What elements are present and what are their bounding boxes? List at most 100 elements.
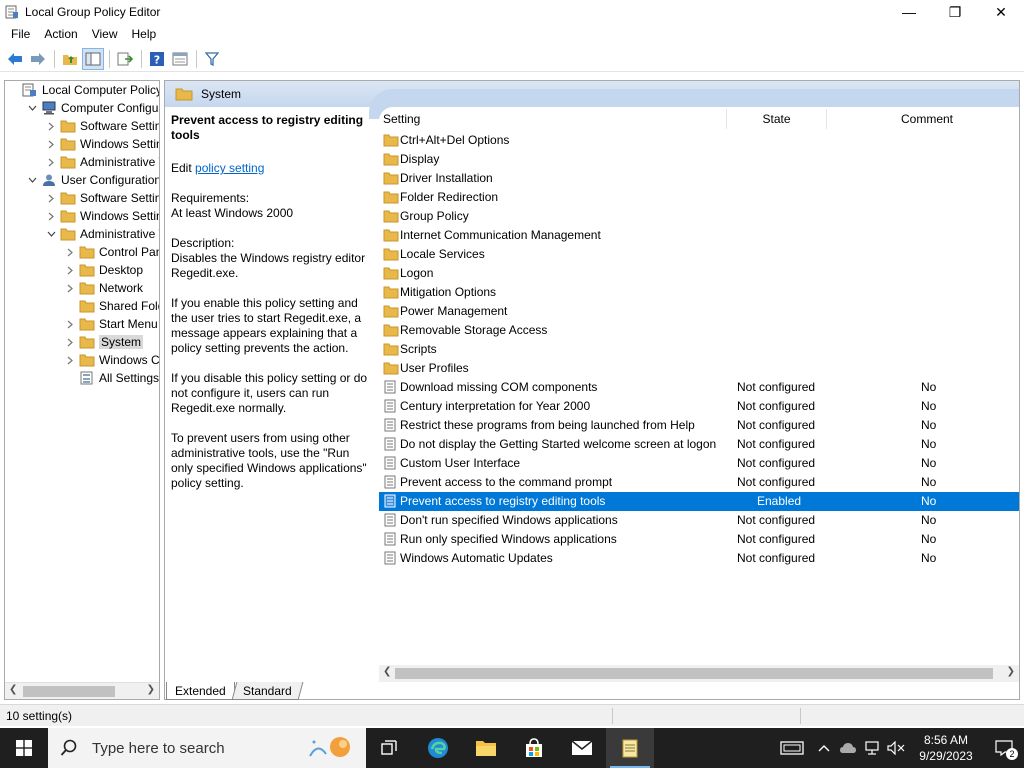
tree-item[interactable]: Administrative Te xyxy=(45,225,159,243)
help-button[interactable]: ? xyxy=(146,48,168,70)
taskbar-search[interactable]: Type here to search xyxy=(48,728,366,768)
category-row[interactable]: Folder Redirection xyxy=(379,188,1019,207)
edit-policy-link[interactable]: policy setting xyxy=(195,161,264,175)
scroll-left-icon[interactable]: ❮ xyxy=(383,666,391,677)
tree-item[interactable]: Computer Configura xyxy=(26,99,159,117)
clock[interactable]: 8:56 AM 9/29/2023 xyxy=(908,732,984,764)
tab-extended[interactable]: Extended xyxy=(166,682,235,700)
tree-item[interactable]: Local Computer Policy xyxy=(7,81,159,99)
tree-item[interactable]: Network xyxy=(64,279,143,297)
keyboard-tray-button[interactable] xyxy=(772,728,812,768)
horizontal-scrollbar[interactable]: ❮ ❯ xyxy=(379,665,1019,682)
policy-row[interactable]: Download missing COM components Not confi… xyxy=(379,378,1019,397)
chevron-right-icon[interactable] xyxy=(45,153,57,171)
tree-item[interactable]: Windows Cor xyxy=(64,351,159,369)
policy-row[interactable]: Don't run specified Windows applications… xyxy=(379,511,1019,530)
console-tree[interactable]: Local Computer Policy Computer Configura S… xyxy=(4,80,160,700)
up-level-button[interactable] xyxy=(59,48,81,70)
category-row[interactable]: Display xyxy=(379,150,1019,169)
tree-item[interactable]: Control Panel xyxy=(64,243,159,261)
category-row[interactable]: Scripts xyxy=(379,340,1019,359)
mail-button[interactable] xyxy=(558,728,606,768)
start-button[interactable] xyxy=(0,728,48,768)
category-row[interactable]: User Profiles xyxy=(379,359,1019,378)
tab-standard[interactable]: Standard xyxy=(231,682,303,700)
policy-row[interactable]: Prevent access to registry editing tools… xyxy=(379,492,1019,511)
scroll-right-icon[interactable]: ❯ xyxy=(1007,666,1015,677)
filter-button[interactable] xyxy=(201,48,223,70)
category-row[interactable]: Driver Installation xyxy=(379,169,1019,188)
policy-row[interactable]: Do not display the Getting Started welco… xyxy=(379,435,1019,454)
show-hidden-icons-button[interactable] xyxy=(812,728,836,768)
restore-button[interactable]: ❐ xyxy=(932,0,978,24)
scroll-left-icon[interactable]: ❮ xyxy=(9,684,17,695)
chevron-right-icon[interactable] xyxy=(45,135,57,153)
tree-item[interactable]: System xyxy=(64,333,144,351)
file-explorer-button[interactable] xyxy=(462,728,510,768)
tree-item[interactable]: Software Settings xyxy=(45,189,159,207)
notification-center-button[interactable]: 2 xyxy=(984,728,1024,768)
back-button[interactable] xyxy=(4,48,26,70)
volume-tray-button[interactable] xyxy=(884,728,908,768)
tree-item[interactable]: Start Menu ar xyxy=(64,315,159,333)
tree-item[interactable]: Software Settings xyxy=(45,117,159,135)
tree-item[interactable]: Windows Setting xyxy=(45,135,159,153)
onedrive-tray-button[interactable] xyxy=(836,728,860,768)
tree-item[interactable]: User Configuration xyxy=(26,171,159,189)
scroll-right-icon[interactable]: ❯ xyxy=(147,684,155,695)
category-row[interactable]: Logon xyxy=(379,264,1019,283)
tree-horizontal-scrollbar[interactable]: ❮ ❯ xyxy=(5,682,159,699)
tree-item[interactable]: Administrative Te xyxy=(45,153,159,171)
column-header-setting[interactable]: Setting xyxy=(383,109,727,129)
close-button[interactable]: ✕ xyxy=(978,0,1024,24)
network-tray-button[interactable] xyxy=(860,728,884,768)
forward-button[interactable] xyxy=(27,48,49,70)
chevron-down-icon[interactable] xyxy=(26,99,38,117)
column-header-comment[interactable]: Comment xyxy=(827,109,1019,129)
category-row[interactable]: Group Policy xyxy=(379,207,1019,226)
edge-app-button[interactable] xyxy=(414,728,462,768)
policy-row[interactable]: Century interpretation for Year 2000 Not … xyxy=(379,397,1019,416)
chevron-right-icon[interactable] xyxy=(64,315,76,333)
chevron-right-icon[interactable] xyxy=(45,189,57,207)
show-hide-tree-button[interactable] xyxy=(82,47,104,70)
chevron-right-icon[interactable] xyxy=(64,261,76,279)
policy-row[interactable]: Windows Automatic Updates Not configured N… xyxy=(379,549,1019,568)
chevron-right-icon[interactable] xyxy=(64,333,76,351)
store-button[interactable] xyxy=(510,728,558,768)
menu-action[interactable]: Action xyxy=(37,27,84,41)
tree-item[interactable]: Desktop xyxy=(64,261,143,279)
chevron-down-icon[interactable] xyxy=(26,171,38,189)
chevron-right-icon[interactable] xyxy=(64,279,76,297)
properties-button[interactable] xyxy=(169,48,191,70)
menu-file[interactable]: File xyxy=(4,27,37,41)
category-row[interactable]: Internet Communication Management xyxy=(379,226,1019,245)
menu-help[interactable]: Help xyxy=(125,27,164,41)
tree-item[interactable]: All Settings xyxy=(64,369,159,387)
chevron-down-icon[interactable] xyxy=(45,225,57,243)
policy-row[interactable]: Custom User Interface Not configured No xyxy=(379,454,1019,473)
settings-list[interactable]: Setting State Comment Ctrl+Alt+Del Optio… xyxy=(379,107,1019,667)
tree-item[interactable]: Shared Folder xyxy=(64,297,159,315)
category-row[interactable]: Ctrl+Alt+Del Options xyxy=(379,131,1019,150)
scroll-thumb[interactable] xyxy=(23,686,115,697)
chevron-right-icon[interactable] xyxy=(64,351,76,369)
chevron-right-icon[interactable] xyxy=(45,117,57,135)
chevron-right-icon[interactable] xyxy=(45,207,57,225)
task-view-button[interactable] xyxy=(366,728,414,768)
category-row[interactable]: Mitigation Options xyxy=(379,283,1019,302)
policy-row[interactable]: Restrict these programs from being launc… xyxy=(379,416,1019,435)
column-header-state[interactable]: State xyxy=(727,109,827,129)
minimize-button[interactable]: — xyxy=(886,0,932,24)
policy-row[interactable]: Prevent access to the command prompt Not … xyxy=(379,473,1019,492)
chevron-right-icon[interactable] xyxy=(64,243,76,261)
category-row[interactable]: Power Management xyxy=(379,302,1019,321)
scroll-thumb[interactable] xyxy=(395,668,993,679)
notepad-app-button[interactable] xyxy=(606,728,654,768)
category-row[interactable]: Removable Storage Access xyxy=(379,321,1019,340)
category-row[interactable]: Locale Services xyxy=(379,245,1019,264)
menu-view[interactable]: View xyxy=(85,27,125,41)
tree-item[interactable]: Windows Setting xyxy=(45,207,159,225)
export-list-button[interactable] xyxy=(114,48,136,70)
policy-row[interactable]: Run only specified Windows applications N… xyxy=(379,530,1019,549)
